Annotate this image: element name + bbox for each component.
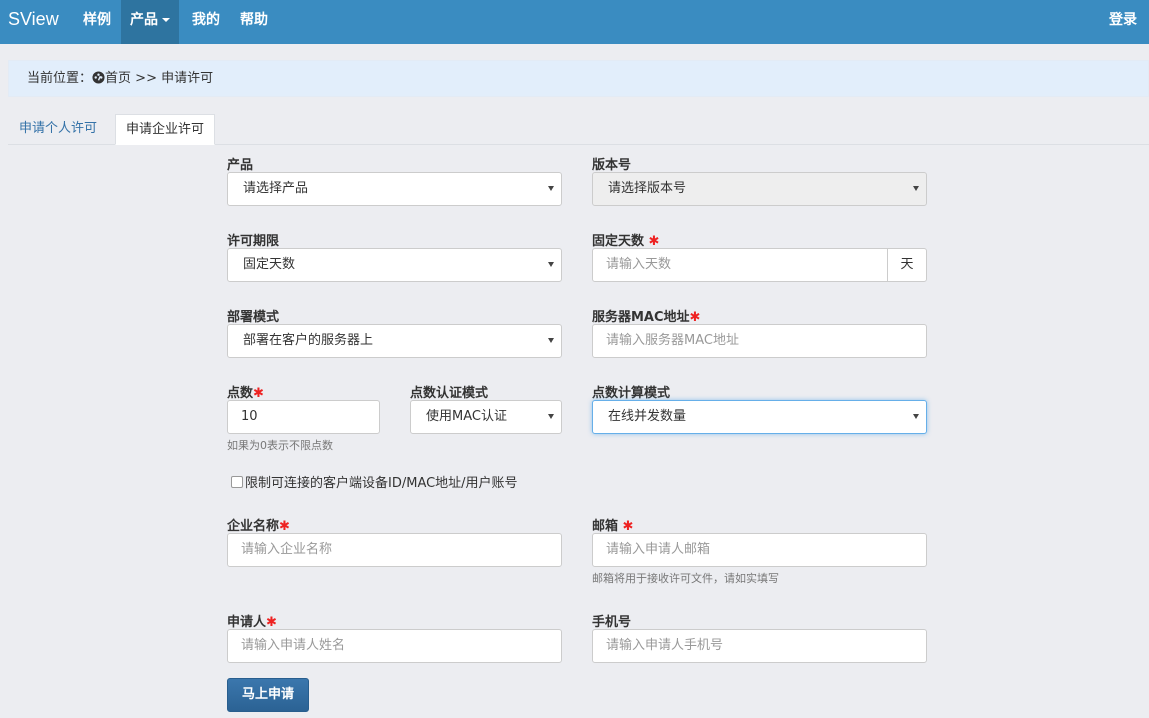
login-link[interactable]: 登录 [1109,0,1137,41]
applicant-input[interactable]: 请输入申请人姓名 [227,629,562,663]
points-label: 点数✱ [227,382,264,401]
applicant-label: 申请人✱ [227,611,277,630]
brand-logo[interactable]: SView [8,9,59,30]
breadcrumb-separator: >> [135,71,157,86]
points-label-text: 点数 [227,386,254,401]
deploy-mode-label: 部署模式 [227,310,280,325]
nav-item-products[interactable]: 产品 [121,0,179,44]
breadcrumb-home-link[interactable]: 首页 [105,71,131,86]
phone-label: 手机号 [592,615,632,630]
caret-down-icon [548,338,554,343]
dashboard-icon [92,71,105,84]
fixed-days-input[interactable]: 请输入天数 [592,248,888,282]
license-term-select-value: 固定天数 [243,257,296,272]
version-select-value: 请选择版本号 [608,181,687,196]
breadcrumb: 当前位置： 首页 >> 申请许可 [8,60,1149,97]
breadcrumb-prefix: 当前位置： [27,71,93,86]
company-label-text: 企业名称 [227,519,280,534]
deploy-mode-select-value: 部署在客户的服务器上 [243,333,374,348]
version-select[interactable]: 请选择版本号 [592,172,927,206]
applicant-label-text: 申请人 [227,615,267,630]
caret-down-icon [548,262,554,267]
points-auth-label: 点数认证模式 [410,386,489,401]
caret-down-icon [548,414,554,419]
required-asterisk-icon: ✱ [689,310,701,325]
points-calc-select[interactable]: 在线并发数量 [592,400,927,434]
tab-enterprise-license[interactable]: 申请企业许可 [115,114,216,145]
required-asterisk-icon: ✱ [279,519,290,534]
nav-item-label: 样例 [83,12,111,28]
points-auth-select[interactable]: 使用MAC认证 [410,400,562,434]
nav-item-label: 帮助 [240,12,268,28]
fixed-days-label: 固定天数 ✱ [592,230,659,249]
nav-item-mine[interactable]: 我的 [183,0,229,44]
points-calc-label: 点数计算模式 [592,386,671,401]
fixed-days-label-text: 固定天数 [592,234,645,249]
server-mac-input[interactable]: 请输入服务器MAC地址 [592,324,927,358]
days-unit-addon: 天 [887,248,927,282]
required-asterisk-icon: ✱ [253,386,264,401]
phone-input[interactable]: 请输入申请人手机号 [592,629,927,663]
product-select[interactable]: 请选择产品 [227,172,562,206]
email-help-text: 邮箱将用于接收许可文件，请如实填写 [592,572,779,585]
breadcrumb-current: 申请许可 [161,71,214,86]
tab-personal-license[interactable]: 申请个人许可 [9,114,107,145]
email-label: 邮箱 ✱ [592,515,633,534]
nav-item-label: 我的 [192,12,220,28]
points-calc-select-value: 在线并发数量 [608,409,687,424]
submit-application-button[interactable]: 马上申请 [227,678,309,712]
caret-down-icon [162,18,170,22]
nav-item-help[interactable]: 帮助 [231,0,277,44]
product-label: 产品 [227,158,254,173]
version-label: 版本号 [592,158,632,173]
nav-item-samples[interactable]: 样例 [74,0,120,44]
required-asterisk-icon: ✱ [266,615,277,630]
required-asterisk-icon: ✱ [648,234,660,249]
company-label: 企业名称✱ [227,515,290,534]
company-input[interactable]: 请输入企业名称 [227,533,562,567]
points-help-text: 如果为0表示不限点数 [227,439,333,452]
caret-down-icon [913,414,919,419]
top-navbar: SView 样例 产品 我的 帮助 登录 [0,0,1149,44]
required-asterisk-icon: ✱ [622,519,634,534]
points-auth-select-value: 使用MAC认证 [426,409,507,424]
email-label-text: 邮箱 [592,519,619,534]
deploy-mode-select[interactable]: 部署在客户的服务器上 [227,324,562,358]
points-input[interactable]: 10 [227,400,380,434]
nav-item-label: 产品 [130,12,158,28]
restrict-checkbox[interactable] [231,476,243,488]
license-term-select[interactable]: 固定天数 [227,248,562,282]
restrict-checkbox-label: 限制可连接的客户端设备ID/MAC地址/用户账号 [245,476,518,491]
license-term-label: 许可期限 [227,234,280,249]
product-select-value: 请选择产品 [243,181,309,196]
server-mac-label: 服务器MAC地址✱ [592,306,700,325]
caret-down-icon [913,186,919,191]
server-mac-label-text: 服务器MAC地址 [592,310,690,325]
restrict-checkbox-row[interactable]: 限制可连接的客户端设备ID/MAC地址/用户账号 [231,472,518,491]
email-input[interactable]: 请输入申请人邮箱 [592,533,927,567]
caret-down-icon [548,186,554,191]
